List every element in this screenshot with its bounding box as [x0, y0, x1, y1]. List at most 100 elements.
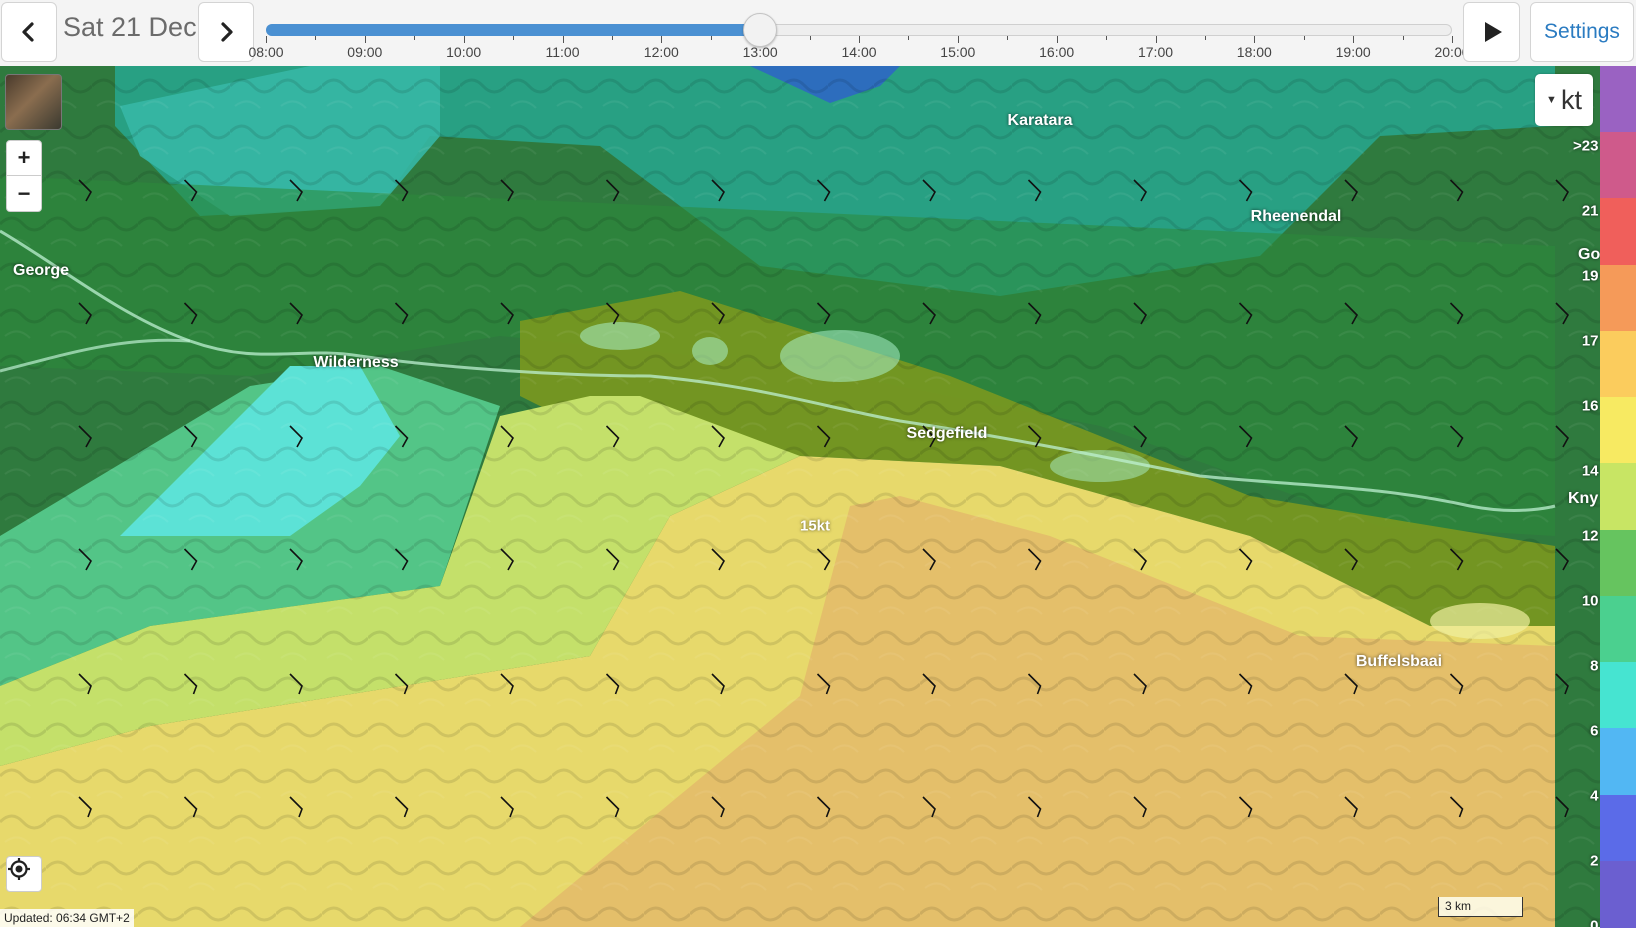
hour-tick: [266, 36, 267, 43]
zoom-in-button[interactable]: +: [6, 140, 42, 176]
time-slider[interactable]: [266, 13, 1453, 47]
legend-color-band: [1600, 662, 1636, 730]
scale-label: 8: [1590, 657, 1599, 675]
half-hour-tick: [1106, 36, 1108, 40]
hour-tick: [1056, 36, 1058, 43]
chevron-right-icon: [221, 22, 233, 42]
half-hour-tick: [315, 36, 317, 40]
hour-label: 17:00: [1137, 44, 1174, 60]
terrain-texture: [0, 66, 1600, 927]
hour-tick: [1452, 36, 1453, 43]
half-hour-tick: [809, 36, 811, 40]
wind-map[interactable]: + − ▼ kt Karatara Rheenendal George Wild…: [0, 66, 1600, 927]
half-hour-tick: [513, 36, 515, 40]
legend-color-band: [1600, 198, 1636, 266]
lake: [580, 322, 660, 350]
hour-tick: [859, 36, 860, 43]
half-hour-tick: [710, 36, 712, 40]
legend-color-band: [1600, 397, 1636, 465]
hour-tick: [1353, 36, 1355, 43]
place-label: Karatara: [1007, 112, 1073, 129]
scale-label: 0: [1590, 917, 1599, 928]
place-label: Sedgefield: [906, 425, 988, 442]
wind-overlay: [0, 66, 1600, 927]
hour-label: 16:00: [1039, 44, 1075, 60]
lake: [692, 337, 728, 365]
legend-color-band: [1600, 330, 1636, 399]
scale-bar: 3 km: [1438, 897, 1523, 917]
wind-speed-label: 15kt: [799, 517, 831, 535]
hour-label: 15:00: [940, 44, 976, 60]
place-label: Buffelsbaai: [1355, 653, 1443, 670]
place-label: Kny: [1568, 490, 1599, 507]
scale-label: 17: [1581, 332, 1599, 350]
legend-color-band: [1600, 264, 1636, 332]
hour-tick: [364, 36, 366, 43]
scale-label: 2: [1590, 852, 1599, 870]
hour-label: 08:00: [248, 44, 284, 60]
scale-label: 6: [1590, 722, 1599, 740]
place-label: Go: [1578, 246, 1600, 263]
hour-tick: [562, 36, 564, 43]
hour-label: 18:00: [1236, 44, 1272, 60]
legend-color-band: [1600, 595, 1636, 664]
play-button[interactable]: [1463, 2, 1520, 62]
legend-color-band: [1600, 463, 1636, 531]
date-label: Sat 21 Dec: [63, 12, 197, 42]
locate-button[interactable]: [6, 856, 42, 892]
legend-color-band: [1600, 529, 1636, 597]
top-toolbar: Sat 21 Dec 08:00 09:00 10:00 11:00 12:00 13:0…: [0, 0, 1636, 66]
half-hour-tick: [1204, 36, 1206, 40]
scale-label: 21: [1581, 202, 1599, 220]
crosshair-icon: [8, 858, 30, 880]
half-hour-tick: [1303, 36, 1305, 40]
scale-label: 12: [1581, 527, 1599, 545]
legend-color-band: [1600, 860, 1636, 928]
half-hour-tick: [1402, 36, 1404, 40]
lake: [780, 330, 900, 382]
scale-label: >23: [1573, 137, 1599, 155]
play-icon: [1484, 22, 1502, 42]
hour-tick: [463, 36, 465, 43]
time-slider-handle[interactable]: [743, 13, 778, 47]
scale-label: 14: [1581, 462, 1599, 480]
hour-label: 10:00: [446, 44, 482, 60]
updated-timestamp: Updated: 06:34 GMT+2: [0, 909, 134, 927]
legend-color-band: [1600, 728, 1636, 796]
unit-label: kt: [1560, 84, 1582, 115]
hour-label: 12:00: [643, 44, 679, 60]
next-day-button[interactable]: [198, 2, 254, 62]
unit-dropdown[interactable]: ▼ kt: [1535, 74, 1593, 126]
half-hour-tick: [1007, 36, 1009, 40]
legend-color-band: [1600, 794, 1636, 862]
caret-down-icon: ▼: [1546, 94, 1557, 106]
legend-color-band: [1600, 132, 1636, 200]
scale-label: 4: [1590, 787, 1599, 805]
place-label: George: [12, 262, 70, 279]
half-hour-tick: [611, 36, 613, 40]
place-label: Rheenendal: [1250, 208, 1342, 225]
scale-label: 19: [1581, 267, 1599, 285]
hour-label: 19:00: [1335, 44, 1371, 60]
half-hour-tick: [908, 36, 910, 40]
half-hour-tick: [414, 36, 416, 40]
hour-tick: [1254, 36, 1256, 43]
time-slider-progress: [266, 24, 761, 36]
chevron-left-icon: [22, 22, 34, 42]
layer-switcher-button[interactable]: [5, 74, 62, 130]
previous-day-button[interactable]: [1, 2, 57, 62]
hour-label: 14:00: [841, 44, 877, 60]
hour-label: 13:00: [742, 44, 778, 60]
bay: [1430, 603, 1530, 639]
scale-label: 10: [1581, 592, 1599, 610]
scale-label: 16: [1581, 397, 1599, 415]
wind-speed-legend: [1600, 66, 1636, 928]
hour-label: 09:00: [347, 44, 383, 60]
hour-tick: [661, 36, 663, 43]
hour-tick: [1155, 36, 1157, 43]
hour-tick: [957, 36, 959, 43]
hour-label: 11:00: [545, 44, 580, 60]
settings-button[interactable]: Settings: [1530, 2, 1634, 62]
zoom-out-button[interactable]: −: [6, 176, 42, 212]
place-label: Wilderness: [313, 354, 399, 371]
